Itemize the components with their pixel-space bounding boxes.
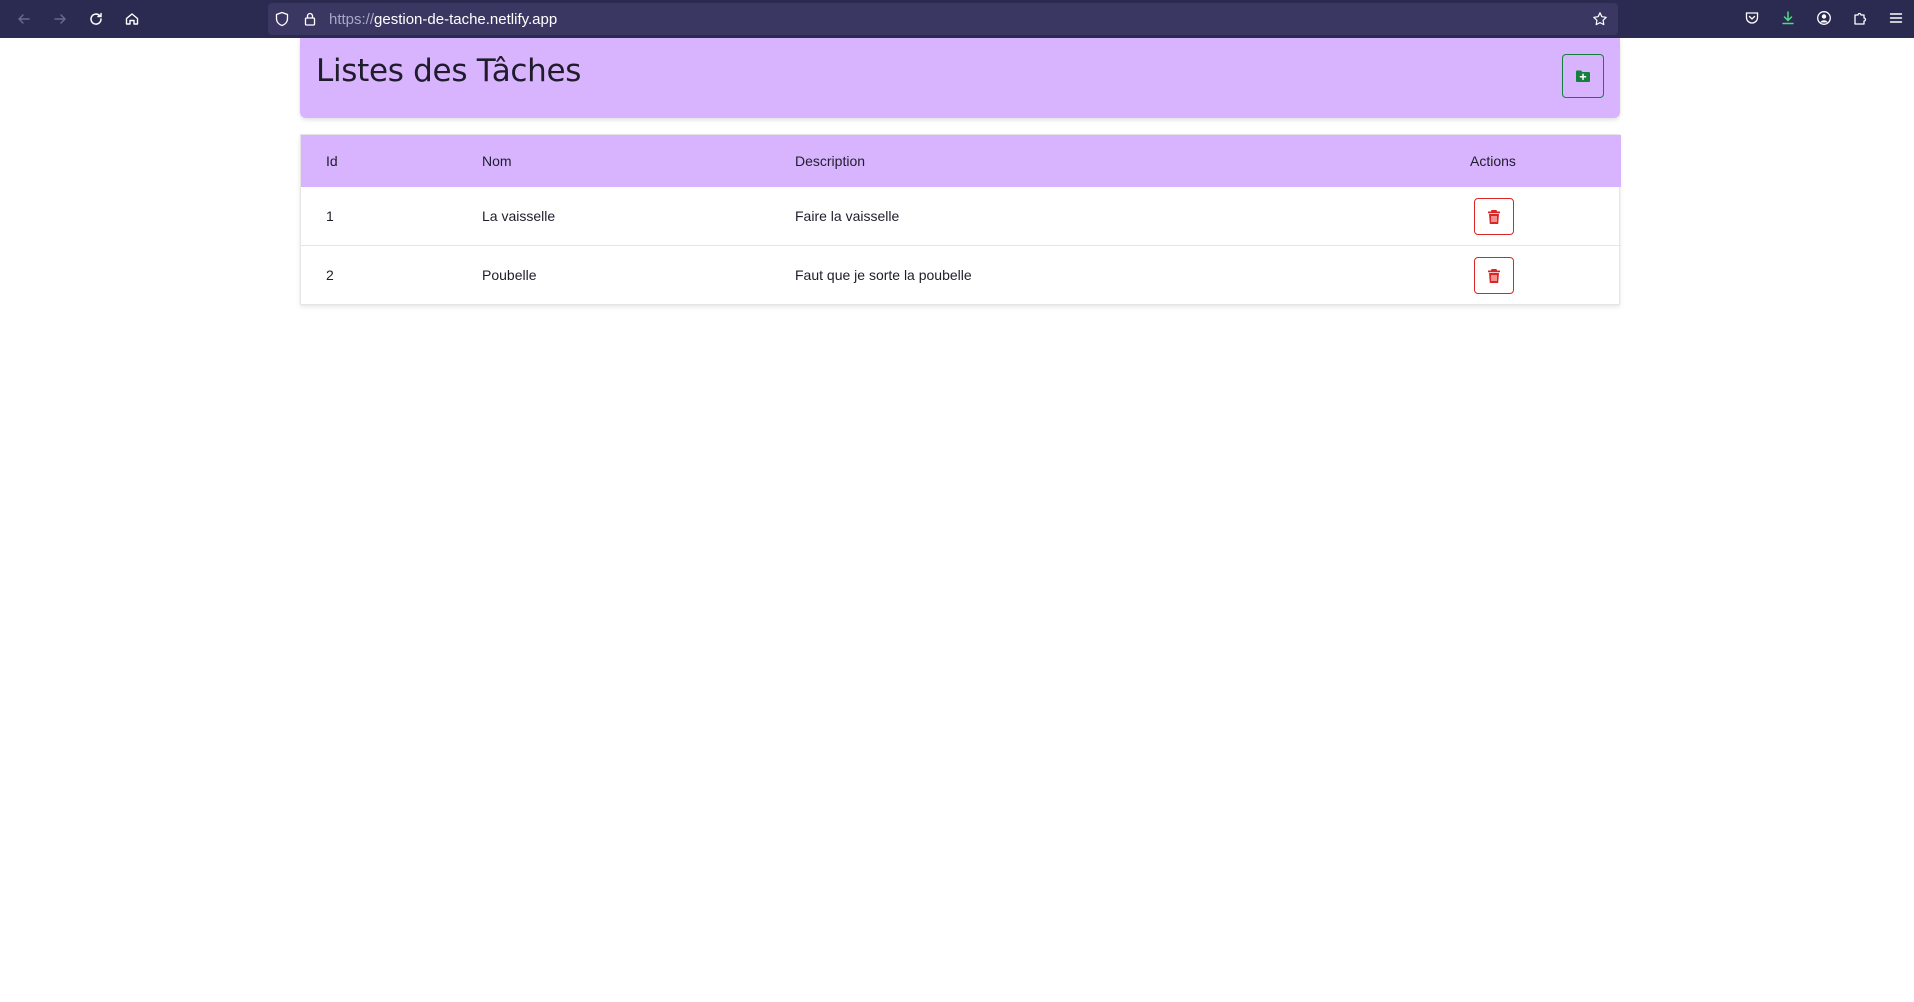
reload-button[interactable] <box>84 7 108 31</box>
shield-icon[interactable] <box>274 11 290 27</box>
column-header-description: Description <box>795 153 866 169</box>
task-description: Faut que je sorte la poubelle <box>795 267 972 283</box>
arrow-left-icon <box>18 14 30 24</box>
pocket-button[interactable] <box>1743 9 1761 27</box>
table-row: 1 La vaisselle Faire la vaisselle <box>301 187 1621 246</box>
column-header-id: Id <box>326 153 338 169</box>
home-button[interactable] <box>120 7 144 31</box>
task-description: Faire la vaisselle <box>795 208 900 224</box>
url-scheme: https:// <box>329 11 375 28</box>
hamburger-menu-icon <box>1889 13 1903 23</box>
task-name: La vaisselle <box>482 208 556 224</box>
page-title: Listes des Tâches <box>316 53 582 89</box>
table-header: Id Nom Description Actions <box>301 135 1621 187</box>
home-icon <box>125 13 139 25</box>
pocket-icon <box>1745 12 1759 24</box>
extensions-button[interactable] <box>1851 9 1869 27</box>
back-button[interactable] <box>12 7 36 31</box>
column-header-actions: Actions <box>1470 153 1516 169</box>
task-id: 2 <box>326 267 334 283</box>
delete-task-button[interactable] <box>1474 198 1514 235</box>
task-name: Poubelle <box>482 267 537 283</box>
browser-toolbar: https://gestion-de-tache.netlify.app <box>0 0 1914 38</box>
downloads-button[interactable] <box>1779 9 1797 27</box>
column-header-name: Nom <box>482 153 512 169</box>
folder-plus-icon <box>1576 70 1590 82</box>
task-id: 1 <box>326 208 334 224</box>
account-icon <box>1817 11 1831 25</box>
lock-icon[interactable] <box>302 11 318 27</box>
trash-icon <box>1488 209 1500 224</box>
puzzle-icon <box>1854 12 1867 25</box>
url-text[interactable]: https://gestion-de-tache.netlify.app <box>329 11 557 28</box>
tasks-table: Id Nom Description Actions 1 La vaissell… <box>300 134 1621 305</box>
account-button[interactable] <box>1815 9 1833 27</box>
menu-button[interactable] <box>1887 9 1905 27</box>
url-host: gestion-de-tache.netlify.app <box>374 11 558 28</box>
bookmark-star-icon[interactable] <box>1592 11 1608 27</box>
page-header: Listes des Tâches <box>300 38 1620 118</box>
trash-icon <box>1488 268 1500 283</box>
delete-task-button[interactable] <box>1474 257 1514 294</box>
download-icon <box>1782 11 1794 25</box>
table-row: 2 Poubelle Faut que je sorte la poubelle <box>301 246 1621 305</box>
reload-icon <box>90 12 102 25</box>
arrow-right-icon <box>54 14 66 24</box>
add-task-button[interactable] <box>1562 54 1604 98</box>
url-bar[interactable]: https://gestion-de-tache.netlify.app <box>268 3 1618 35</box>
forward-button[interactable] <box>48 7 72 31</box>
